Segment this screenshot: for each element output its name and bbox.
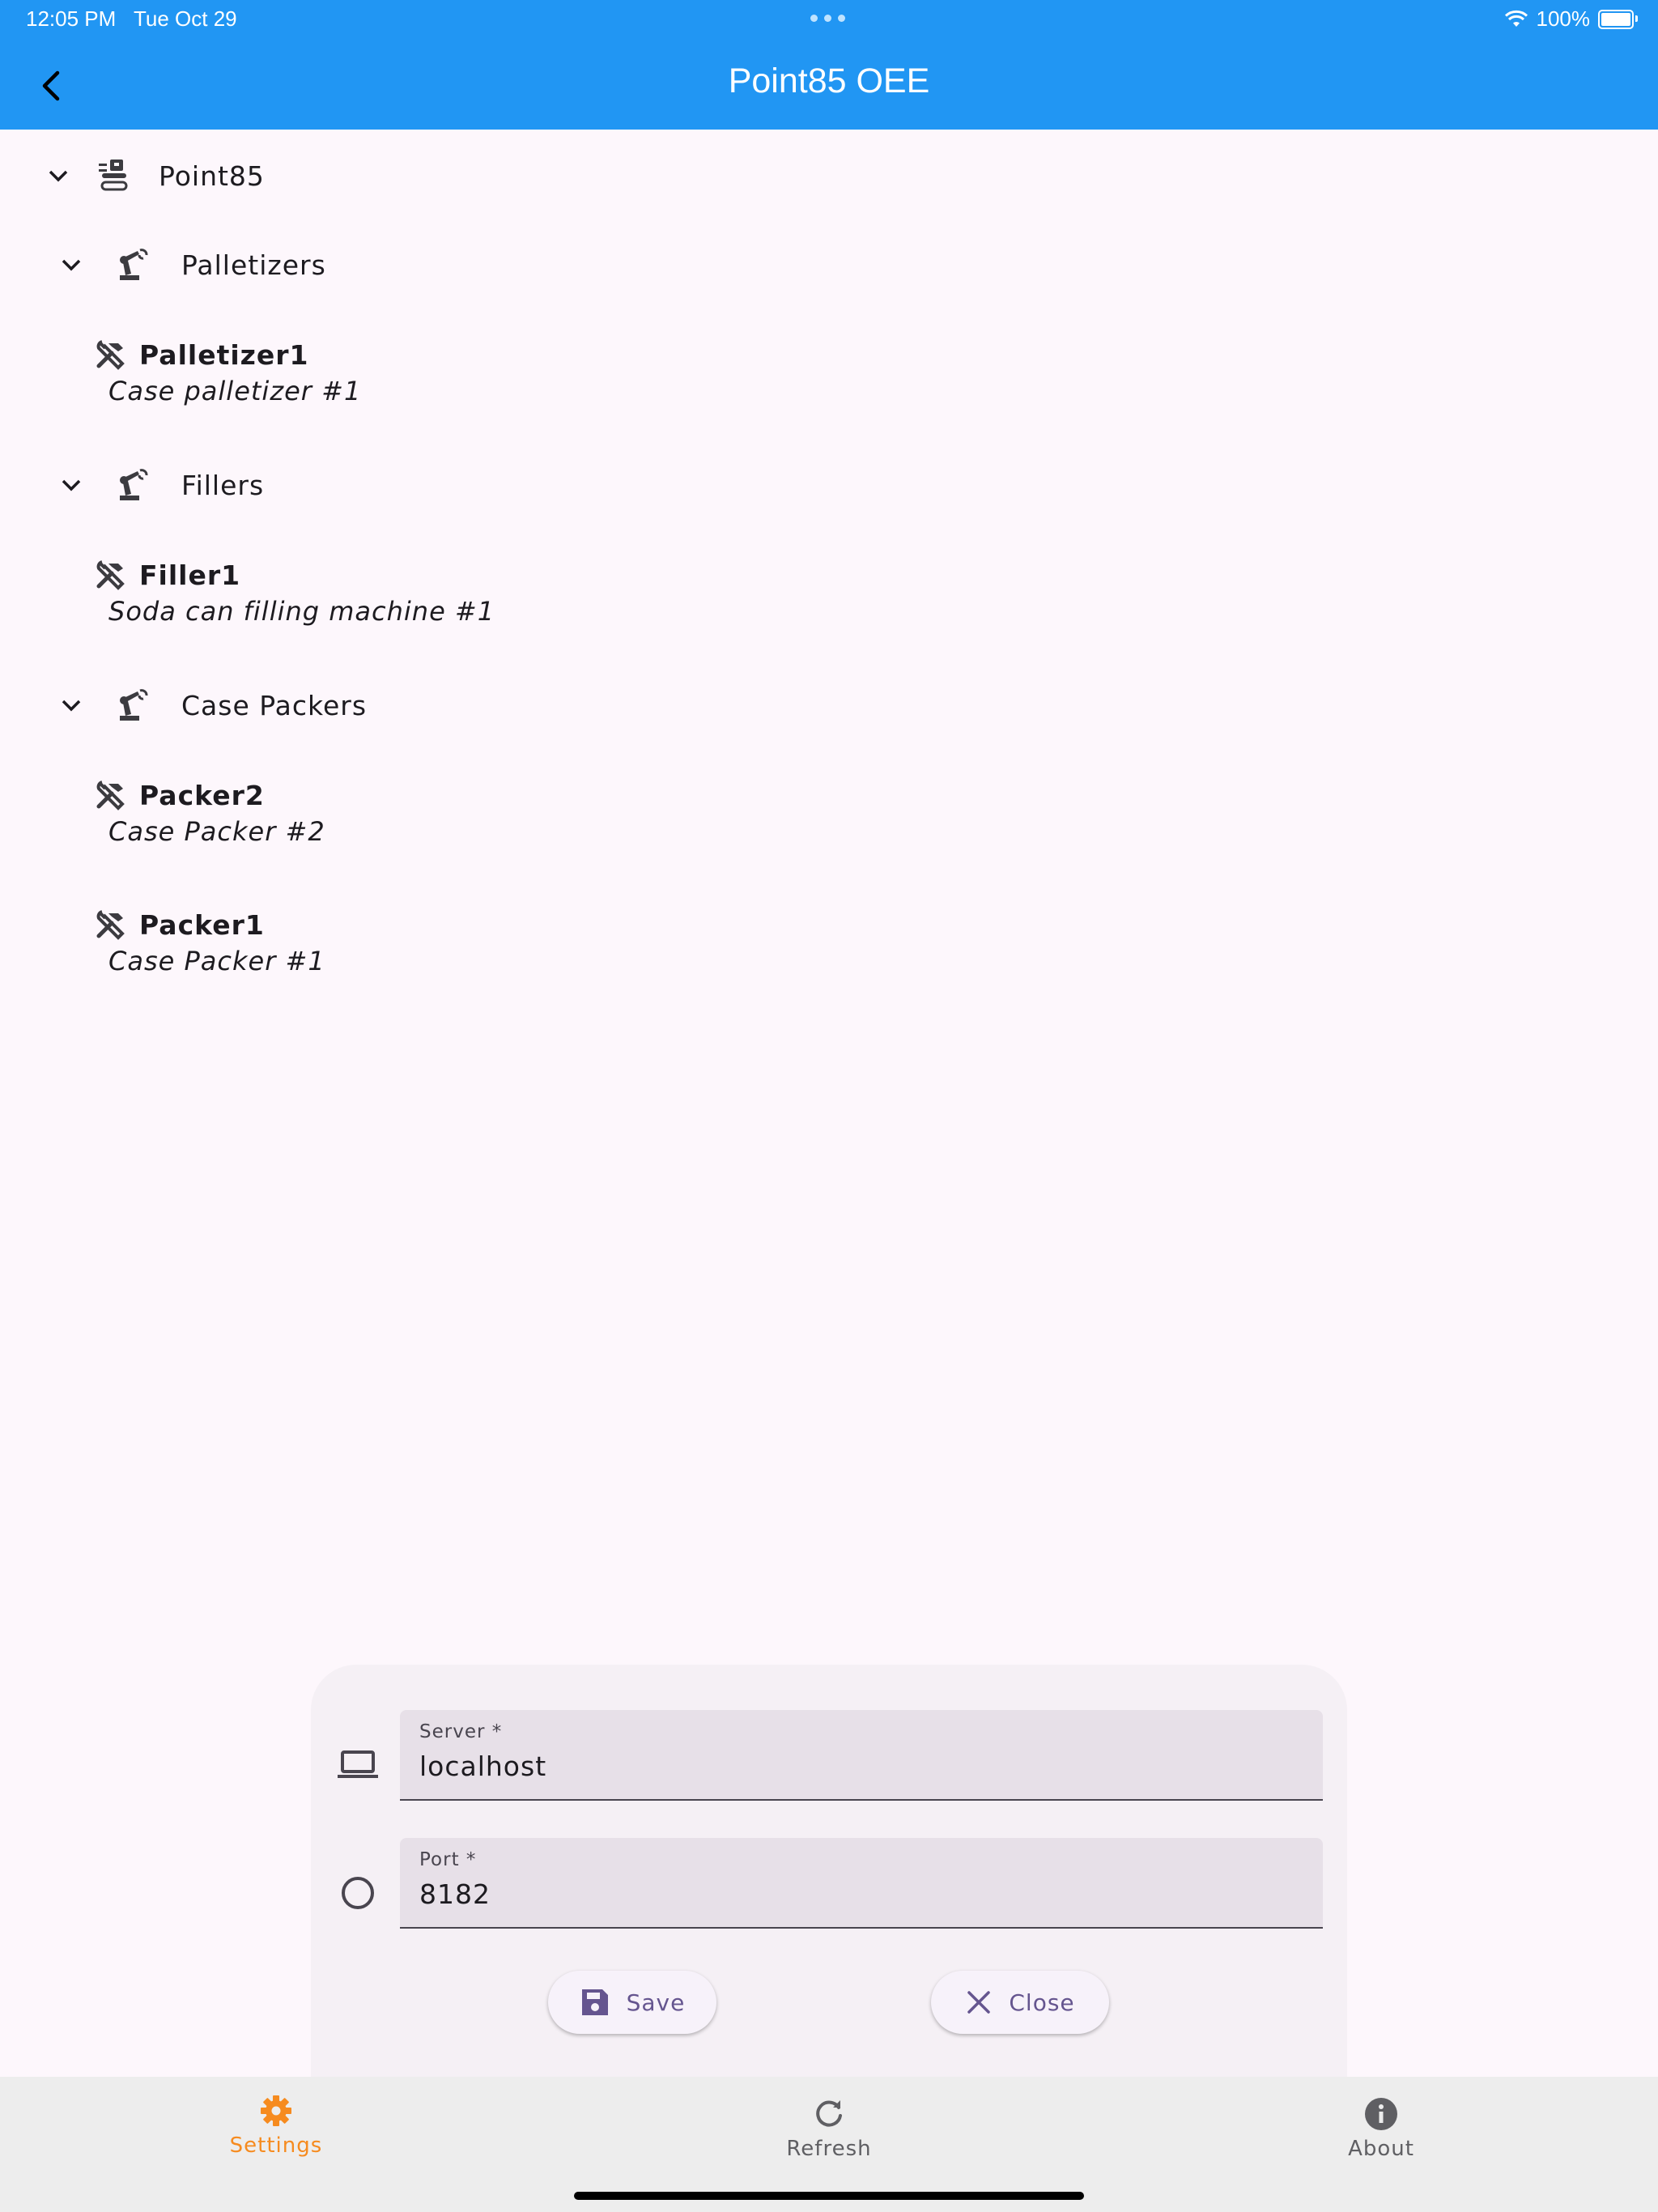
tree-leaf-filler1[interactable]: Filler1 Soda can filling machine #1 xyxy=(94,559,495,627)
chevron-down-icon[interactable] xyxy=(55,249,87,281)
info-icon xyxy=(1365,2098,1397,2130)
tools-icon xyxy=(96,781,125,810)
tools-icon xyxy=(96,340,125,370)
laptop-icon xyxy=(338,1750,378,1778)
equipment-description: Case Packer #1 xyxy=(108,946,325,976)
battery-percent: 100% xyxy=(1536,6,1591,31)
server-field-label: Server * xyxy=(419,1721,503,1742)
tree-node-label: Case Packers xyxy=(181,689,368,721)
nav-about[interactable]: About xyxy=(1284,2096,1478,2161)
nav-label: Refresh xyxy=(786,2137,872,2161)
save-button[interactable]: Save xyxy=(548,1971,716,2034)
robot-arm-icon xyxy=(120,469,148,500)
tools-icon xyxy=(96,910,125,940)
tools-icon xyxy=(96,560,125,590)
refresh-icon xyxy=(816,2100,842,2127)
save-button-label: Save xyxy=(626,1989,686,2016)
multitasking-dots-icon[interactable] xyxy=(810,15,845,22)
server-field[interactable]: Server * localhost xyxy=(400,1710,1323,1801)
production-line-icon xyxy=(99,160,128,191)
port-field[interactable]: Port * 8182 xyxy=(400,1838,1323,1929)
tree-node-fillers[interactable]: Fillers xyxy=(55,468,264,502)
nav-label: Settings xyxy=(229,2133,323,2158)
robot-arm-icon xyxy=(120,689,148,721)
tree-node-label: Fillers xyxy=(181,469,265,501)
equipment-name: Filler1 xyxy=(139,559,241,591)
gear-icon xyxy=(261,2095,291,2126)
close-button-label: Close xyxy=(1009,1989,1075,2016)
close-icon xyxy=(967,1991,991,2014)
app-title: Point85 OEE xyxy=(728,62,930,100)
tree-node-point85[interactable]: Point85 xyxy=(42,157,265,194)
close-button[interactable]: Close xyxy=(931,1971,1109,2034)
circle-icon xyxy=(342,1877,374,1909)
tree-leaf-palletizer1[interactable]: Palletizer1 Case palletizer #1 xyxy=(94,338,361,406)
robot-arm-icon xyxy=(120,249,148,280)
equipment-description: Case palletizer #1 xyxy=(108,376,362,406)
chevron-down-icon[interactable] xyxy=(55,469,87,501)
chevron-down-icon[interactable] xyxy=(55,689,87,721)
nav-label: About xyxy=(1348,2137,1414,2161)
tree-node-case-packers[interactable]: Case Packers xyxy=(55,688,367,722)
status-time: 12:05 PM Tue Oct 29 xyxy=(26,6,237,31)
nav-refresh[interactable]: Refresh xyxy=(732,2096,926,2161)
server-input[interactable]: localhost xyxy=(419,1750,546,1782)
home-indicator[interactable] xyxy=(574,2192,1084,2200)
tree-node-label: Point85 xyxy=(159,160,265,192)
tree-node-palletizers[interactable]: Palletizers xyxy=(55,248,326,282)
tree-leaf-packer1[interactable]: Packer1 Case Packer #1 xyxy=(94,908,325,976)
status-bar: 12:05 PM Tue Oct 29 100% xyxy=(0,0,1658,39)
tree-node-label: Palletizers xyxy=(181,249,326,281)
equipment-name: Palletizer1 xyxy=(139,338,309,371)
settings-sheet: Server * localhost Port * 8182 Save Clos… xyxy=(311,1665,1347,2078)
chevron-down-icon[interactable] xyxy=(42,160,74,192)
port-input[interactable]: 8182 xyxy=(419,1878,491,1910)
port-field-label: Port * xyxy=(419,1849,477,1870)
equipment-name: Packer1 xyxy=(139,908,265,941)
wifi-icon xyxy=(1504,10,1528,27)
tree-leaf-packer2[interactable]: Packer2 Case Packer #2 xyxy=(94,779,325,847)
save-icon xyxy=(581,1989,608,2015)
app-bar: Point85 OEE xyxy=(0,39,1658,130)
battery-icon xyxy=(1598,9,1638,29)
nav-settings[interactable]: Settings xyxy=(179,2093,373,2158)
equipment-name: Packer2 xyxy=(139,779,265,811)
equipment-description: Case Packer #2 xyxy=(108,816,325,847)
equipment-description: Soda can filling machine #1 xyxy=(108,596,495,627)
